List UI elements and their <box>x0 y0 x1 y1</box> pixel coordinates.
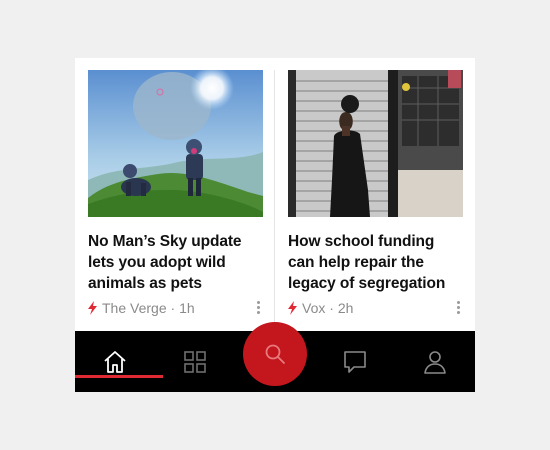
article-card[interactable]: No Man’s Sky update lets you adopt wild … <box>88 70 263 318</box>
article-title[interactable]: No Man’s Sky update lets you adopt wild … <box>88 231 263 294</box>
article-meta: Vox · 2h <box>288 298 463 318</box>
meta-separator: · <box>166 300 180 316</box>
grid-icon <box>184 350 206 373</box>
article-source: The Verge <box>102 300 167 316</box>
nav-profile-tab[interactable] <box>395 331 475 392</box>
student-street-photo[interactable] <box>288 70 463 217</box>
search-icon <box>265 344 285 364</box>
article-source: Vox <box>302 300 326 316</box>
article-title[interactable]: How school funding can help repair the l… <box>288 231 463 294</box>
lightning-icon <box>288 301 297 315</box>
chat-icon <box>344 350 366 373</box>
game-scene-image[interactable] <box>88 70 263 217</box>
more-options-icon[interactable] <box>253 298 263 318</box>
active-tab-indicator <box>75 375 163 378</box>
search-button[interactable] <box>243 322 307 386</box>
card-divider <box>274 70 275 332</box>
meta-separator: · <box>325 300 338 316</box>
nav-home-tab[interactable] <box>75 331 155 392</box>
home-icon <box>104 350 126 373</box>
article-time: 2h <box>337 300 354 316</box>
nav-sections-tab[interactable] <box>155 331 235 392</box>
article-card[interactable]: How school funding can help repair the l… <box>288 70 463 318</box>
article-meta: The Verge · 1h <box>88 298 263 318</box>
lightning-icon <box>88 301 97 315</box>
more-options-icon[interactable] <box>453 298 463 318</box>
user-icon <box>424 350 446 374</box>
app-screen: No Man’s Sky update lets you adopt wild … <box>75 58 475 392</box>
article-time: 1h <box>179 300 195 316</box>
nav-messages-tab[interactable] <box>315 331 395 392</box>
